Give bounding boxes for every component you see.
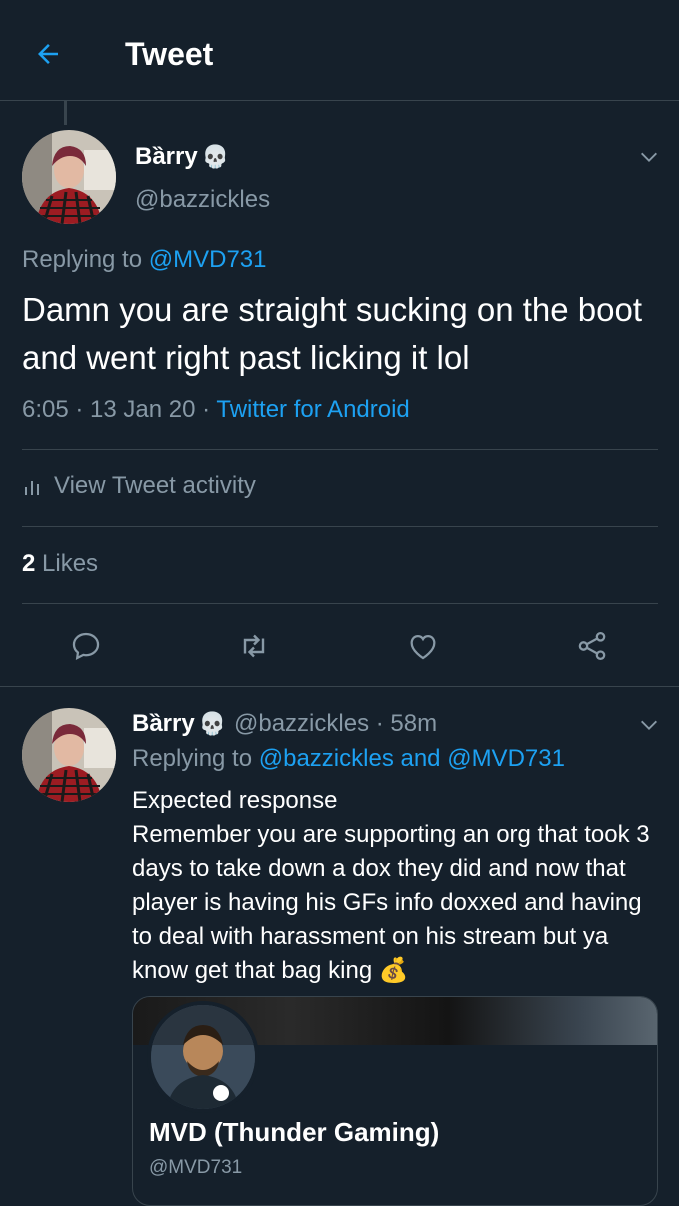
divider (22, 449, 658, 450)
chevron-down-icon (641, 152, 657, 162)
arrow-left-icon (38, 44, 58, 64)
reply-handle-time[interactable]: @bazzickles · 58m (234, 710, 437, 738)
replying-to-links[interactable]: @bazzickles and @MVD731 (259, 745, 565, 772)
tweet-source-link[interactable]: Twitter for Android (216, 396, 409, 423)
replying-to-line: Replying to @MVD731 (22, 246, 267, 274)
divider (0, 686, 679, 687)
reply-tweet-text: Expected response Remember you are suppo… (132, 784, 662, 988)
like-icon (410, 634, 436, 660)
reply-author-name[interactable]: Bȁrry 💀 (132, 710, 226, 738)
likes-label: Likes (35, 550, 99, 577)
reply-replying-to-line: Replying to @bazzickles and @MVD731 (132, 745, 565, 773)
skull-emoji-icon: 💀 (201, 144, 230, 169)
top-app-bar: Tweet (0, 0, 679, 101)
reply-author-display-name: Bȁrry (132, 710, 195, 737)
likes-count[interactable]: 2 Likes (22, 550, 98, 578)
retweet-button[interactable] (232, 624, 276, 668)
back-button[interactable] (28, 34, 68, 74)
profile-card[interactable]: MVD (Thunder Gaming) @MVD731 (132, 996, 658, 1206)
tweet-timestamp-line: 6:05 · 13 Jan 20 · Twitter for Android (22, 396, 410, 424)
thread-connector-line (64, 101, 67, 125)
tweet-time: 6:05 · 13 Jan 20 · (22, 396, 217, 423)
retweet-icon (243, 634, 265, 658)
replying-to-link[interactable]: @MVD731 (149, 246, 267, 273)
author-name[interactable]: Bȁrry 💀 (135, 143, 229, 171)
divider (22, 526, 658, 527)
share-button[interactable] (570, 624, 614, 668)
profile-card-name: MVD (Thunder Gaming) (149, 1117, 440, 1147)
likes-number: 2 (22, 550, 36, 577)
view-tweet-activity-button[interactable]: View Tweet activity (22, 472, 256, 500)
divider (22, 603, 658, 604)
reply-icon (72, 632, 100, 661)
profile-card-handle: @MVD731 (149, 1157, 243, 1178)
author-display-name: Bȁrry (135, 143, 198, 170)
tweet-text: Damn you are straight sucking on the boo… (22, 291, 643, 376)
view-tweet-activity-label: View Tweet activity (54, 472, 256, 499)
share-icon (578, 631, 606, 661)
skull-emoji-icon: 💀 (198, 711, 227, 736)
author-handle[interactable]: @bazzickles (135, 186, 270, 214)
page-title: Tweet (125, 36, 214, 72)
bar-chart-icon (25, 481, 39, 495)
like-button[interactable] (401, 624, 445, 668)
avatar[interactable] (22, 130, 116, 224)
tweet-options-button[interactable] (634, 142, 664, 172)
reply-avatar[interactable] (22, 708, 116, 802)
replying-to-label: Replying to (22, 246, 149, 273)
profile-card-avatar (147, 1001, 259, 1113)
reply-text-content: Expected response Remember you are suppo… (132, 787, 650, 984)
chevron-down-icon (641, 720, 657, 730)
reply-options-button[interactable] (634, 710, 664, 740)
reply-button[interactable] (64, 624, 108, 668)
replying-to-label: Replying to (132, 745, 259, 772)
